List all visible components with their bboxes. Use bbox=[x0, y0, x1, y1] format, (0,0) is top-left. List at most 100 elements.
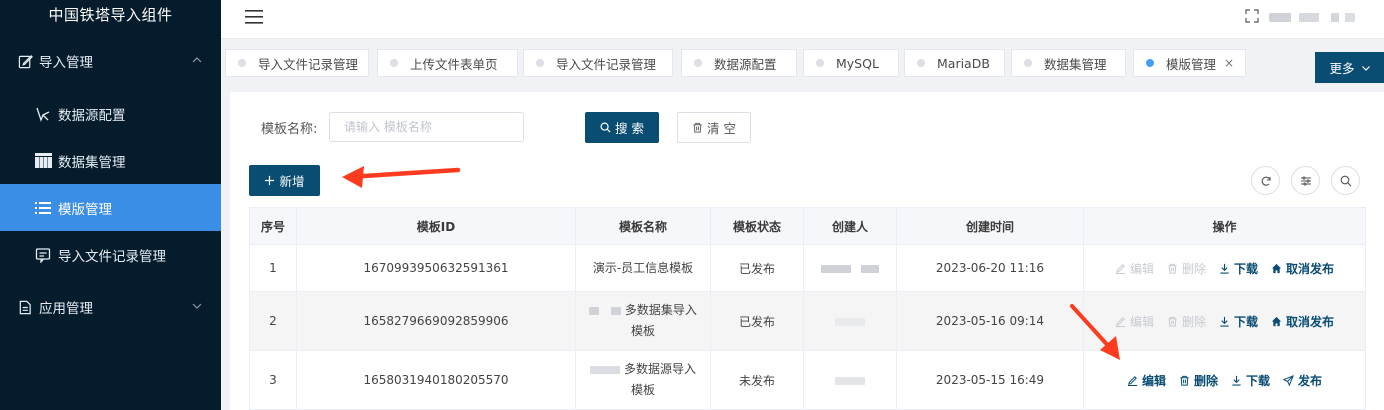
list-icon bbox=[34, 199, 52, 217]
annotation-arrow bbox=[1070, 304, 1120, 360]
tab-template-manage[interactable]: 模版管理 × bbox=[1133, 49, 1246, 77]
edit-icon bbox=[1127, 375, 1138, 386]
close-icon[interactable]: × bbox=[1224, 56, 1234, 70]
edit-label: 编辑 bbox=[1141, 373, 1166, 388]
home-icon bbox=[1271, 316, 1282, 326]
main-card: 模板名称: 搜 索 清 空 新增 序号 模板ID 模板名称 bbox=[230, 92, 1384, 410]
template-name-input[interactable] bbox=[329, 112, 524, 142]
created-time: 2023-05-15 16:49 bbox=[896, 350, 1084, 410]
creator-redacted bbox=[821, 264, 852, 273]
tab-dataset-manage[interactable]: 数据集管理 bbox=[1011, 49, 1126, 77]
toggle-search-button[interactable] bbox=[1331, 166, 1360, 195]
download-button[interactable]: 下载 bbox=[1219, 260, 1258, 277]
more-label: 更多 bbox=[1329, 61, 1355, 76]
table-header-row: 序号 模板ID 模板名称 模板状态 创建人 创建时间 操作 bbox=[249, 207, 1366, 245]
template-name-label: 模板名称: bbox=[261, 122, 318, 137]
edit-label: 编辑 bbox=[1129, 261, 1154, 276]
fullscreen-icon[interactable] bbox=[1245, 9, 1259, 23]
sidebar-group-app[interactable]: 应用管理 bbox=[0, 278, 221, 336]
download-label: 下载 bbox=[1246, 373, 1271, 388]
clear-button-label: 清 空 bbox=[707, 121, 736, 136]
creator bbox=[803, 350, 897, 410]
tab-import-records[interactable]: 导入文件记录管理 bbox=[225, 49, 369, 77]
tab-dot bbox=[1024, 59, 1032, 67]
edit-button[interactable]: 编辑 bbox=[1115, 260, 1154, 277]
download-button[interactable]: 下载 bbox=[1231, 372, 1270, 389]
chevron-down-icon bbox=[1361, 65, 1370, 71]
sidebar-item-template[interactable]: 模版管理 bbox=[0, 184, 221, 231]
template-name-text: 多数据集导入 bbox=[624, 303, 697, 317]
template-name-text: 演示-员工信息模板 bbox=[592, 260, 694, 275]
sidebar-item-datasource[interactable]: 数据源配置 bbox=[0, 90, 221, 137]
delete-button[interactable]: 删除 bbox=[1179, 372, 1218, 389]
delete-button[interactable]: 删除 bbox=[1167, 260, 1206, 277]
sidebar-group-label: 应用管理 bbox=[39, 301, 93, 317]
creator-redacted bbox=[860, 264, 879, 273]
tab-label: 数据源配置 bbox=[714, 56, 777, 72]
clear-button[interactable]: 清 空 bbox=[677, 112, 751, 143]
refresh-icon bbox=[1261, 176, 1271, 186]
template-name-text-2: 模板 bbox=[630, 324, 655, 338]
unpublish-button[interactable]: 取消发布 bbox=[1271, 313, 1334, 330]
download-icon bbox=[1220, 316, 1229, 327]
name-redacted bbox=[589, 306, 600, 315]
top-bar bbox=[221, 0, 1384, 39]
template-id: 1658279669092859906 bbox=[296, 291, 576, 351]
search-button[interactable]: 搜 索 bbox=[585, 112, 659, 143]
tab-mysql[interactable]: MySQL bbox=[803, 49, 899, 77]
chevron-down-icon bbox=[192, 303, 202, 309]
template-id: 1658031940180205570 bbox=[296, 350, 576, 410]
file-record-icon bbox=[34, 246, 52, 264]
tab-label: 导入文件记录管理 bbox=[258, 56, 359, 72]
download-label: 下载 bbox=[1234, 314, 1259, 329]
column-header: 创建人 bbox=[803, 207, 897, 245]
table-row: 3 1658031940180205570 多数据源导入 模板 未发布 2023… bbox=[249, 350, 1366, 410]
unpublish-button[interactable]: 取消发布 bbox=[1271, 260, 1334, 277]
sidebar: 中国铁塔导入组件 导入管理 数据源配置 数据集管理 模版管理 导入文件记录管理 bbox=[0, 0, 221, 410]
tab-upload-form[interactable]: 上传文件表单页 bbox=[377, 49, 518, 77]
template-name-text: 多数据源导入 bbox=[623, 362, 696, 376]
tab-datasource-config[interactable]: 数据源配置 bbox=[681, 49, 797, 77]
tab-import-records-2[interactable]: 导入文件记录管理 bbox=[523, 49, 673, 77]
edit-label: 编辑 bbox=[1129, 314, 1154, 329]
delete-label: 删除 bbox=[1193, 373, 1218, 388]
table-row: 2 1658279669092859906 多数据集导入 模板 已发布 2023… bbox=[249, 291, 1366, 351]
download-label: 下载 bbox=[1234, 261, 1259, 276]
publish-button[interactable]: 发布 bbox=[1283, 372, 1322, 389]
creator bbox=[803, 244, 897, 292]
more-tabs-button[interactable]: 更多 bbox=[1315, 52, 1384, 83]
column-header: 创建时间 bbox=[896, 207, 1084, 245]
trash-icon bbox=[1168, 263, 1177, 274]
trash-icon bbox=[1180, 375, 1189, 386]
sidebar-group-import[interactable]: 导入管理 bbox=[0, 32, 221, 90]
sidebar-item-dataset[interactable]: 数据集管理 bbox=[0, 137, 221, 184]
download-icon bbox=[1232, 375, 1241, 386]
column-settings-button[interactable] bbox=[1291, 166, 1320, 195]
app-title: 中国铁塔导入组件 bbox=[48, 6, 173, 24]
column-header: 模板ID bbox=[296, 207, 576, 245]
tab-dot bbox=[694, 59, 702, 67]
hamburger-icon[interactable] bbox=[245, 10, 263, 24]
sidebar-item-label: 数据集管理 bbox=[58, 154, 126, 171]
add-button[interactable]: 新增 bbox=[249, 165, 320, 196]
download-button[interactable]: 下载 bbox=[1219, 313, 1258, 330]
edit-button[interactable]: 编辑 bbox=[1127, 372, 1166, 389]
document-icon bbox=[17, 299, 33, 315]
sidebar-item-label: 数据源配置 bbox=[58, 107, 126, 124]
template-table: 序号 模板ID 模板名称 模板状态 创建人 创建时间 操作 1 16709939… bbox=[249, 207, 1366, 410]
refresh-button[interactable] bbox=[1251, 166, 1280, 195]
sliders-icon bbox=[1300, 175, 1311, 186]
template-name: 多数据源导入 模板 bbox=[575, 350, 711, 410]
tab-mariadb[interactable]: MariaDB bbox=[904, 49, 1005, 77]
tab-dot bbox=[390, 59, 398, 67]
delete-label: 删除 bbox=[1181, 261, 1206, 276]
row-index: 1 bbox=[249, 244, 297, 292]
add-button-label: 新增 bbox=[279, 174, 305, 189]
delete-button[interactable]: 删除 bbox=[1167, 313, 1206, 330]
template-status: 已发布 bbox=[710, 291, 804, 351]
sidebar-item-import-records[interactable]: 导入文件记录管理 bbox=[0, 231, 221, 278]
tab-dot bbox=[536, 59, 544, 67]
tab-dot bbox=[1146, 59, 1154, 67]
user-info[interactable] bbox=[1269, 13, 1355, 22]
data-source-icon bbox=[34, 105, 52, 123]
